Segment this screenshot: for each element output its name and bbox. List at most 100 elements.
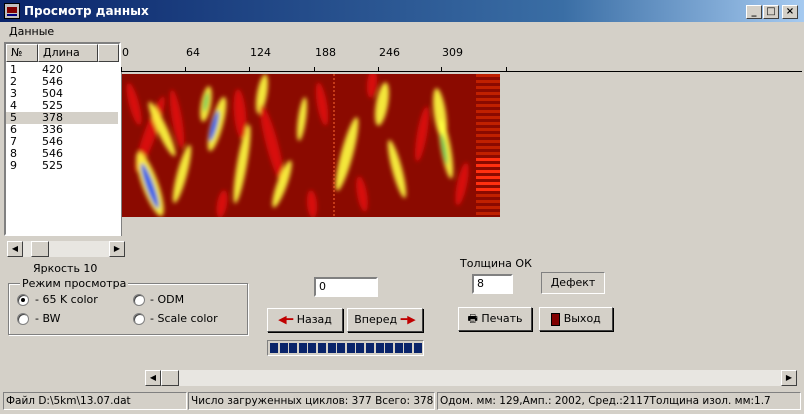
progress-block	[346, 343, 355, 353]
heat-edge-band	[476, 116, 500, 119]
title-bar: Просмотр данных _ □ ×	[0, 0, 804, 22]
minimize-button[interactable]: _	[746, 5, 762, 19]
progress-bar	[267, 340, 424, 356]
defect-indicator[interactable]: Дефект	[541, 272, 605, 294]
heat-edge-band	[476, 194, 500, 197]
column-header-number[interactable]: №	[6, 44, 38, 62]
back-button[interactable]: ◀━ Назад	[267, 308, 343, 332]
radio-bw-label[interactable]: - BW	[35, 312, 61, 325]
view-mode-title: Режим просмотра	[20, 277, 129, 290]
close-button[interactable]: ×	[782, 5, 798, 19]
heat-edge-band	[476, 86, 500, 89]
row-number: 9	[10, 159, 17, 172]
heat-edge-band	[476, 146, 500, 149]
scan-scroll-left-icon[interactable]: ◀	[145, 370, 161, 386]
heat-edge-band	[476, 110, 500, 113]
progress-block	[327, 343, 336, 353]
radio-scale-label[interactable]: - Scale color	[150, 312, 218, 325]
heat-edge-band	[476, 182, 500, 185]
heat-edge-band	[476, 74, 500, 77]
thickness-label: Толщина ОК	[460, 257, 532, 270]
progress-block	[270, 343, 278, 353]
radio-odm-label[interactable]: - ODM	[150, 293, 184, 306]
ruler-tick	[314, 67, 315, 72]
radio-scale-color[interactable]	[133, 313, 145, 325]
heat-edge-band	[476, 140, 500, 143]
heat-edge-band	[476, 176, 500, 179]
progress-block	[375, 343, 384, 353]
progress-block	[289, 343, 298, 353]
heat-edge-band	[476, 92, 500, 95]
scroll-right-icon[interactable]: ▶	[109, 241, 125, 257]
radio-bw[interactable]	[17, 313, 29, 325]
progress-block	[298, 343, 307, 353]
ruler-tick	[441, 67, 442, 72]
heat-edge-band	[476, 128, 500, 131]
radio-65k-color[interactable]	[17, 294, 29, 306]
progress-block	[337, 343, 346, 353]
heat-edge-band	[476, 134, 500, 137]
menu-bar: Данные	[0, 22, 804, 41]
ruler-tick	[185, 67, 186, 72]
heat-edge-band	[476, 212, 500, 215]
scan-scroll-right-icon[interactable]: ▶	[781, 370, 797, 386]
back-label: Назад	[296, 313, 332, 326]
ruler-label: 246	[379, 46, 400, 59]
ruler-tick	[121, 67, 122, 72]
row-length: 525	[42, 159, 63, 172]
ruler-tick	[506, 67, 507, 72]
heat-edge-band	[476, 200, 500, 203]
brightness-scrollbar[interactable]: ◀ ▶	[7, 241, 125, 257]
scroll-left-icon[interactable]: ◀	[7, 241, 23, 257]
column-header-length[interactable]: Длина	[38, 44, 98, 62]
forward-label: Вперед	[354, 313, 398, 326]
progress-block	[414, 343, 422, 353]
radio-65k-label[interactable]: - 65 K color	[35, 293, 98, 306]
ruler-label: 124	[250, 46, 271, 59]
exit-label: Выход	[563, 312, 601, 325]
ruler-label: 0	[122, 46, 129, 59]
brightness-label: Яркость 10	[33, 262, 98, 275]
progress-block	[279, 343, 288, 353]
ruler-tick	[378, 67, 379, 72]
status-measure: Одом. мм: 129,Амп.: 2002, Сред.:2117Толщ…	[437, 392, 801, 410]
ruler-label: 188	[315, 46, 336, 59]
progress-block	[318, 343, 326, 353]
scan-scrollbar[interactable]: ◀ ▶	[145, 370, 797, 386]
heat-edge-band	[476, 158, 500, 161]
app-icon	[4, 3, 20, 19]
progress-block	[385, 343, 394, 353]
position-field[interactable]: 0	[314, 277, 378, 297]
window-title: Просмотр данных	[24, 4, 149, 18]
heat-edge-band	[476, 152, 500, 155]
thickness-field[interactable]: 8	[472, 274, 513, 294]
maximize-button[interactable]: □	[763, 5, 779, 19]
printer-icon: 🖶	[467, 312, 478, 325]
progress-block	[404, 343, 413, 353]
ruler-label: 309	[442, 46, 463, 59]
scan-scroll-thumb[interactable]	[161, 370, 179, 386]
heat-edge-band	[476, 188, 500, 191]
view-mode-group	[8, 283, 248, 335]
print-button[interactable]: 🖶 Печать	[458, 307, 532, 331]
progress-block	[308, 343, 317, 353]
progress-block	[356, 343, 365, 353]
heat-edge-band	[476, 98, 500, 101]
list-row[interactable]: 9 525	[6, 160, 118, 172]
radio-odm[interactable]	[133, 294, 145, 306]
column-header-filler	[98, 44, 119, 62]
heat-edge-band	[476, 80, 500, 83]
exit-button[interactable]: Выход	[539, 307, 613, 331]
menu-item-data[interactable]: Данные	[9, 25, 54, 38]
heat-edge-band	[476, 164, 500, 167]
heat-edge-band	[476, 206, 500, 209]
progress-block	[394, 343, 403, 353]
forward-button[interactable]: Вперед ━▶	[347, 308, 423, 332]
heat-edge-band	[476, 170, 500, 173]
heat-edge-band	[476, 104, 500, 107]
length-list[interactable]: № Длина 1 420 2 546 3 504 4 525 5 378 6 336 7 546 8 546…	[4, 42, 121, 236]
print-label: Печать	[481, 312, 523, 325]
brightness-thumb[interactable]	[31, 241, 49, 257]
scan-heatmap[interactable]	[122, 74, 500, 217]
door-icon	[551, 312, 561, 326]
